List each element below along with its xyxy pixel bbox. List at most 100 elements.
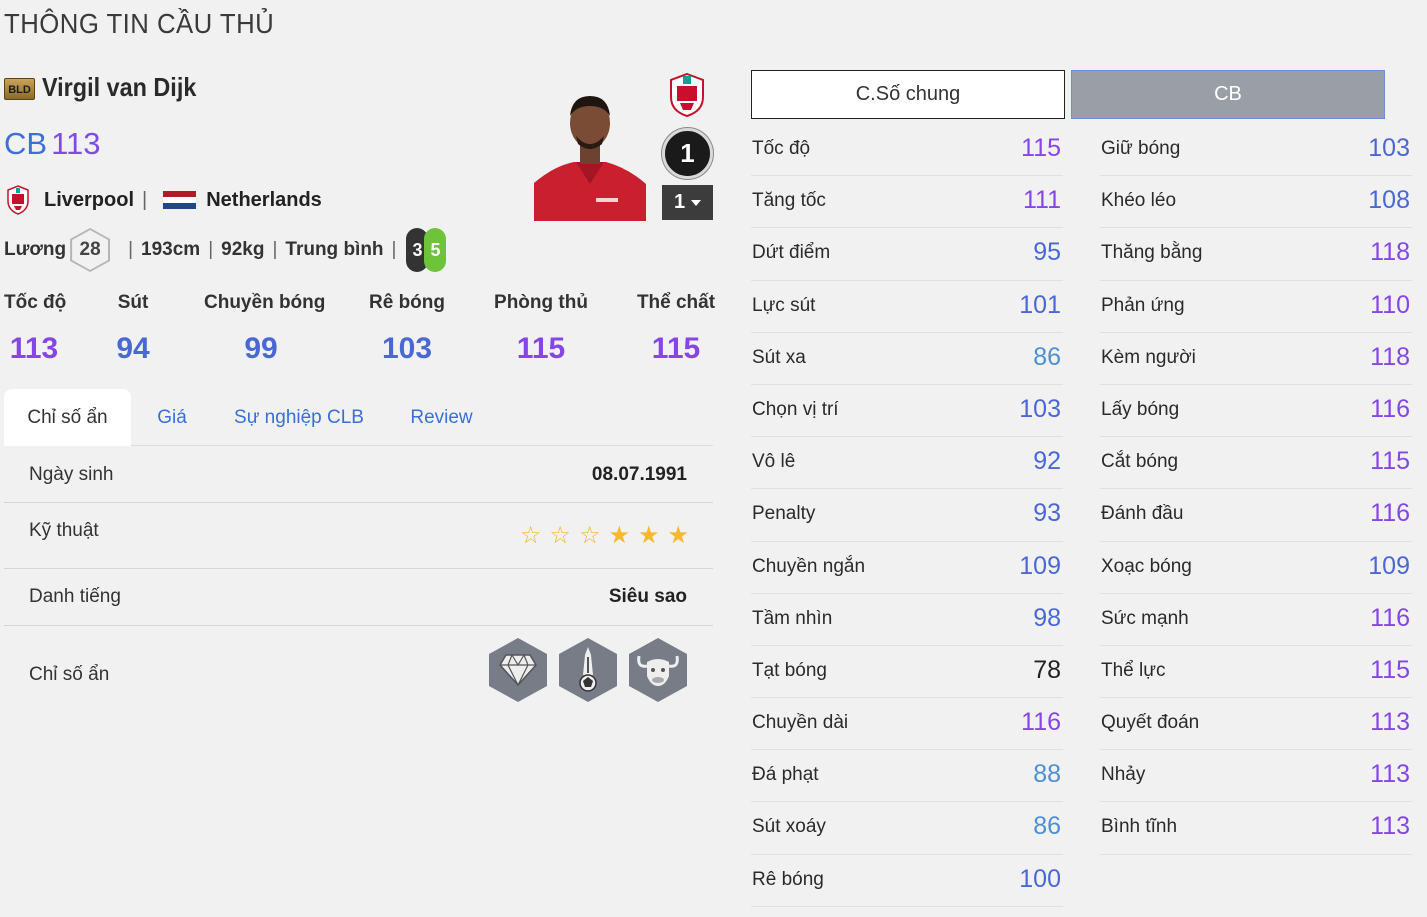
tab-club-career[interactable]: Sự nghiệp CLB (232, 389, 366, 446)
stat-value: 115 (1370, 447, 1410, 476)
stat-value: 116 (1370, 603, 1410, 632)
diamond-trait-icon[interactable] (489, 638, 547, 702)
summary-stat: Chuyền bóng 99 (204, 292, 326, 365)
tab-general-stats[interactable]: C.Số chung (751, 70, 1065, 119)
salary-label: Lương (4, 239, 67, 260)
stat-row: Sút xoáy 86 (751, 802, 1063, 855)
stat-value: 86 (1033, 812, 1061, 841)
stat-value: 113 (1370, 760, 1410, 789)
separator: | (391, 239, 397, 260)
stat-label: Lực sút (752, 294, 816, 316)
stat-label: Thể lực (1101, 659, 1166, 681)
summary-stat: Phòng thủ 115 (494, 292, 588, 365)
star-filled-icon: ★ (667, 522, 689, 549)
separator: | (272, 239, 278, 260)
stat-value: 111 (1022, 186, 1061, 215)
stat-value: 116 (1021, 708, 1061, 737)
stat-label: Sức mạnh (1101, 607, 1189, 629)
stat-value: 115 (1370, 655, 1410, 684)
summary-stat: Thể chất 115 (636, 292, 716, 365)
stat-row: Tăng tốc 111 (751, 176, 1063, 229)
position-label: CB (4, 126, 48, 161)
separator: | (208, 239, 214, 260)
stats-column-right: Giữ bóng 103 Khéo léo 108 Thăng bằng 118 Phản … (1100, 124, 1412, 855)
upgrade-level-value: 1 (673, 191, 686, 213)
stat-row: Giữ bóng 103 (1100, 124, 1412, 177)
club-name[interactable]: Liverpool (44, 189, 134, 212)
bull-trait-icon[interactable] (629, 638, 687, 702)
chevron-down-icon (691, 199, 702, 206)
stat-label: Lấy bóng (1101, 398, 1180, 420)
weight-value: 92kg (221, 239, 265, 260)
skill-label: Kỹ thuật (29, 520, 99, 541)
stat-value: 116 (1370, 394, 1410, 423)
stat-value: 109 (1019, 551, 1061, 580)
stat-row: Thể lực 115 (1100, 646, 1412, 699)
tab-review[interactable]: Review (404, 389, 479, 446)
fame-value: Siêu sao (608, 586, 687, 607)
stat-label: Nhảy (1101, 764, 1146, 786)
body-type: Trung bình (285, 239, 384, 260)
stat-row: Penalty 93 (751, 489, 1063, 542)
stat-value: 95 (1033, 238, 1061, 267)
stat-value: 101 (1019, 290, 1061, 319)
stat-value: 100 (1019, 864, 1061, 893)
stat-value: 118 (1370, 238, 1410, 267)
stat-label: Thăng bằng (1101, 242, 1203, 264)
stat-value: 86 (1033, 342, 1061, 371)
skill-row: Kỹ thuật ☆ ☆ ☆ ★ ★ ★ (4, 503, 713, 569)
dob-row: Ngày sinh 08.07.1991 (4, 447, 713, 503)
stat-value: 103 (1368, 134, 1410, 162)
stat-label: Tăng tốc (752, 190, 826, 212)
stat-value: 78 (1033, 655, 1061, 684)
stat-value: 92 (1033, 447, 1061, 476)
traits-label: Chỉ số ẩn (29, 664, 110, 685)
weak-foot-badge: 3 5 (406, 228, 447, 272)
stat-row: Tầm nhìn 98 (751, 594, 1063, 646)
position-ovr: CB 113 (4, 126, 101, 162)
stat-label: Sút xa (752, 346, 806, 368)
skill-stars: ☆ ☆ ☆ ★ ★ ★ (520, 521, 689, 550)
dob-value: 08.07.1991 (591, 464, 687, 485)
stat-row: Vô lê 92 (751, 437, 1063, 490)
stat-row: Dứt điểm 95 (751, 228, 1063, 281)
stat-row: Sút xa 86 (751, 333, 1063, 385)
right-foot-value: 5 (424, 228, 447, 272)
tower-trait-icon[interactable] (559, 638, 617, 702)
stat-value: 98 (1033, 603, 1061, 632)
stat-label: Tốc độ (752, 138, 811, 159)
star-filled-icon: ★ (608, 522, 630, 549)
tab-price[interactable]: Giá (149, 389, 195, 446)
stat-value: 116 (1370, 499, 1410, 528)
trait-icons (489, 638, 687, 702)
tab-hidden-stats[interactable]: Chỉ số ẩn (4, 389, 131, 446)
upgrade-level-select[interactable]: 1 (662, 185, 713, 220)
stat-row: Chuyền dài 116 (751, 698, 1063, 751)
star-filled-icon: ★ (637, 522, 660, 549)
stat-value: 109 (1368, 551, 1410, 580)
stat-row: Đánh đầu 116 (1100, 489, 1412, 542)
stat-value: 115 (1021, 134, 1061, 162)
summary-stat: Rê bóng 103 (369, 292, 445, 365)
stat-label: Rê bóng (752, 868, 824, 890)
club-crest-icon (670, 72, 704, 118)
fame-label: Danh tiếng (29, 586, 121, 607)
stat-value: 113 (1370, 708, 1410, 737)
stat-row: Chọn vị trí 103 (751, 385, 1063, 438)
separator: | (128, 239, 134, 260)
summary-stat: Sút 94 (116, 292, 150, 365)
tab-position-stats[interactable]: CB (1071, 70, 1385, 119)
stat-row: Lực sút 101 (751, 281, 1063, 333)
stat-row: Cắt bóng 115 (1100, 437, 1412, 490)
stat-label: Chuyền ngắn (752, 555, 866, 577)
stat-value: 88 (1033, 760, 1061, 789)
nation-name[interactable]: Netherlands (206, 189, 322, 212)
player-attributes-row: Lương 28 | 193cm | 92kg | Trung bình | 3… (4, 228, 447, 272)
stat-label: Giữ bóng (1101, 138, 1181, 159)
stat-label: Khéo léo (1101, 190, 1177, 212)
player-photo (534, 88, 646, 221)
stat-row: Khéo léo 108 (1100, 176, 1412, 229)
stat-label: Xoạc bóng (1101, 555, 1192, 577)
stat-label: Đá phạt (752, 764, 819, 786)
season-badge: BLD (4, 78, 35, 100)
